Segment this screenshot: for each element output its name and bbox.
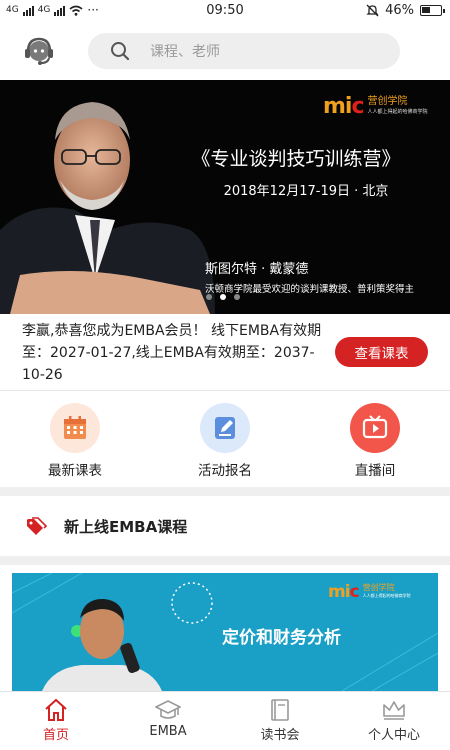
carousel-dot[interactable] — [206, 294, 212, 300]
battery-percent: 46% — [385, 3, 414, 18]
section-gap — [0, 487, 450, 496]
quick-entry-activity-signup[interactable]: 活动报名 — [165, 403, 285, 479]
search-bar[interactable]: 课程、老师 — [88, 33, 400, 69]
top-header: 课程、老师 — [0, 22, 450, 80]
banner-date: 2018年12月17-19日 · 北京 — [223, 184, 389, 199]
quick-entry-label: 最新课表 — [48, 463, 102, 479]
banner-title: 《专业谈判技巧训练营》 — [191, 148, 401, 170]
speaker-name: 斯图尔特 · 戴蒙德 — [205, 262, 309, 277]
logo-text: 营创学院 人人都上得起的哈佛商学院 — [368, 96, 428, 116]
new-emba-section-header: 新上线EMBA课程 — [0, 496, 450, 556]
bottom-tab-bar: 首页 EMBA 读书会 个人中心 — [0, 691, 450, 750]
tab-book-club[interactable]: 读书会 — [224, 698, 336, 743]
view-schedule-button[interactable]: 查看课表 — [335, 337, 428, 367]
tab-emba[interactable]: EMBA — [112, 698, 224, 739]
book-icon — [271, 699, 289, 721]
logo-mark: mic — [323, 94, 365, 119]
logo-name: 营创学院 — [362, 583, 395, 592]
quick-entries: 最新课表 活动报名 直播间 — [0, 391, 450, 487]
status-bar: 4G 4G ··· 09:50 46% — [0, 0, 450, 22]
tab-home[interactable]: 首页 — [0, 698, 112, 743]
screen: 4G 4G ··· 09:50 46% 课程、老师 mic 营创学院 人人都上得… — [0, 0, 450, 750]
quick-entry-live-room[interactable]: 直播间 — [315, 403, 435, 479]
mic-logo: mic 营创学院 人人都上得起的哈佛商学院 — [323, 96, 428, 118]
quick-entry-label: 直播间 — [354, 463, 396, 479]
tag-icon — [27, 517, 48, 535]
logo-sub: 人人都上得起的哈佛商学院 — [362, 593, 411, 598]
carousel-dot[interactable] — [234, 294, 240, 300]
logo-sub: 人人都上得起的哈佛商学院 — [367, 109, 428, 115]
section-gap — [0, 556, 450, 565]
tab-profile[interactable]: 个人中心 — [338, 698, 450, 743]
membership-text: 李赢,恭喜您成为EMBA会员！ 线下EMBA有效期至：2027-01-27,线上… — [22, 323, 322, 383]
calendar-icon — [50, 403, 100, 453]
carousel-dots — [206, 294, 240, 300]
home-icon — [45, 698, 67, 721]
tv-play-icon — [350, 403, 400, 453]
carousel-dot-active[interactable] — [220, 294, 226, 300]
customer-service-icon[interactable] — [22, 34, 56, 68]
crown-icon — [383, 701, 405, 720]
tab-label: 首页 — [42, 728, 69, 743]
speaker-photo — [0, 80, 215, 314]
membership-notice: 李赢,恭喜您成为EMBA会员！ 线下EMBA有效期至：2027-01-27,线上… — [0, 314, 450, 390]
course-card[interactable]: mic 营创学院 人人都上得起的哈佛商学院 定价和财务分析 — [12, 573, 438, 691]
quick-entry-latest-schedule[interactable]: 最新课表 — [15, 403, 135, 479]
section-title: 新上线EMBA课程 — [64, 518, 188, 536]
mute-bell-icon — [366, 4, 379, 17]
quick-entry-label: 活动报名 — [198, 463, 252, 479]
search-icon — [111, 42, 130, 61]
edit-form-icon — [200, 403, 250, 453]
logo-mark: mic — [328, 582, 360, 602]
tab-label: 读书会 — [260, 728, 300, 743]
logo-text: 营创学院 人人都上得起的哈佛商学院 — [363, 583, 411, 599]
graduation-cap-icon — [155, 700, 181, 719]
status-right: 46% — [366, 3, 445, 18]
search-placeholder: 课程、老师 — [150, 44, 220, 60]
course-card-title: 定价和财务分析 — [222, 628, 341, 648]
promo-banner[interactable]: mic 营创学院 人人都上得起的哈佛商学院 《专业谈判技巧训练营》 2018年1… — [0, 80, 450, 314]
course-card-logo: mic 营创学院 人人都上得起的哈佛商学院 — [328, 583, 411, 601]
tab-label: EMBA — [149, 724, 187, 739]
speaker-description: 沃顿商学院最受欢迎的谈判课教授、普利策奖得主 — [205, 284, 415, 295]
battery-icon — [420, 5, 445, 16]
tab-label: 个人中心 — [367, 728, 420, 743]
logo-name: 营创学院 — [367, 96, 408, 107]
